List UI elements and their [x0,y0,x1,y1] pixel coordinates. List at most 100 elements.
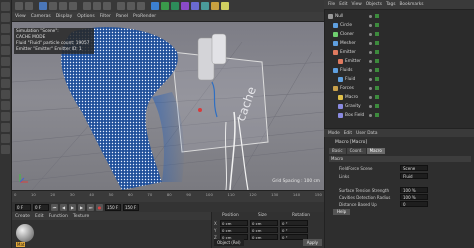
camera-icon[interactable] [211,2,219,10]
coordinate-mode-dropdown[interactable]: Object (Rel) [214,239,244,246]
om-menu-bookmarks[interactable]: Bookmarks [399,2,423,7]
floor-icon[interactable] [201,2,209,10]
rot-y-field[interactable]: 0 ° [280,227,308,233]
om-menu-objects[interactable]: Objects [366,2,382,7]
move-icon[interactable] [49,2,57,10]
current-frame-field[interactable]: 0 F [33,203,49,211]
om-menu-edit[interactable]: Edit [339,2,347,7]
visibility-dot-icon[interactable] [369,14,372,18]
menu-cameras[interactable]: Cameras [31,14,51,19]
object-row[interactable]: Cloner [325,30,474,38]
mat-menu-create[interactable]: Create [15,214,30,219]
object-row[interactable]: Circle [325,21,474,29]
timeline-ruler[interactable]: 0 10 20 30 40 50 60 70 80 90 100 110 120… [12,190,324,202]
enable-check-icon[interactable] [375,95,379,99]
start-frame-field[interactable]: 0 F [15,203,31,211]
size-y-field[interactable]: 0 cm [250,227,278,233]
am-menu-mode[interactable]: Mode [328,131,340,136]
enable-check-icon[interactable] [375,41,379,45]
attr-value-field[interactable]: 100 % [400,187,428,193]
live-select-icon[interactable] [39,2,47,10]
step-back-icon[interactable]: ◀ [60,203,67,211]
apply-button[interactable]: Apply [302,239,322,246]
object-name[interactable]: Gravity [345,104,361,109]
sculpt-icon[interactable] [1,123,10,132]
subdivision-icon[interactable] [171,2,179,10]
render-view-icon[interactable] [117,2,125,10]
object-name[interactable]: Macro [345,95,358,100]
enable-check-icon[interactable] [375,104,379,108]
visibility-dot-icon[interactable] [369,104,372,108]
object-row[interactable]: Gravity [325,102,474,110]
tab-coord[interactable]: Coord. [346,148,366,154]
enable-check-icon[interactable] [375,50,379,54]
object-name[interactable]: Emitter [345,59,361,64]
lock-icon[interactable] [1,101,10,110]
material-preview[interactable] [16,224,34,242]
mode-polygons-icon[interactable] [1,57,10,66]
render-picture-icon[interactable] [127,2,135,10]
enable-check-icon[interactable] [375,113,379,117]
record-icon[interactable]: ● [96,203,103,211]
object-name[interactable]: Forces [340,86,354,91]
am-menu-edit[interactable]: Edit [344,131,352,136]
paint-icon[interactable] [1,134,10,143]
pos-x-field[interactable]: 0 cm [220,220,248,226]
object-row[interactable]: Emitter [325,48,474,56]
bodypaint-icon[interactable] [1,145,10,154]
workplane-icon[interactable] [1,90,10,99]
render-settings-icon[interactable] [137,2,145,10]
go-to-end-icon[interactable]: ⏭ [87,203,94,211]
pos-y-field[interactable]: 0 cm [220,227,248,233]
enable-check-icon[interactable] [375,59,379,63]
menu-options[interactable]: Options [77,14,94,19]
attr-value-field[interactable]: 0 [400,201,428,207]
mode-texture-icon[interactable] [1,24,10,33]
object-name[interactable]: Fluids [340,68,353,73]
material-name[interactable]: Mat [16,242,26,247]
section-header[interactable]: Macro [329,156,471,162]
enable-check-icon[interactable] [375,86,379,90]
object-name[interactable]: Circle [340,23,352,28]
object-row[interactable]: Emitter [325,57,474,65]
visibility-dot-icon[interactable] [369,23,372,27]
om-menu-tags[interactable]: Tags [386,2,396,7]
size-z-field[interactable]: 0 cm [250,234,278,240]
deformer-icon[interactable] [191,2,199,10]
object-name[interactable]: Fluid [345,77,355,82]
pen-icon[interactable] [161,2,169,10]
y-axis-icon[interactable] [93,2,101,10]
enable-check-icon[interactable] [375,68,379,72]
menu-panel[interactable]: Panel [116,14,128,19]
object-row[interactable]: Macro [325,93,474,101]
enable-check-icon[interactable] [375,77,379,81]
attr-value-field[interactable]: Scene [400,165,428,171]
visibility-dot-icon[interactable] [369,86,372,90]
visibility-dot-icon[interactable] [369,77,372,81]
enable-check-icon[interactable] [375,23,379,27]
end-frame-field[interactable]: 150 F [105,203,121,211]
mat-menu-function[interactable]: Function [49,214,68,219]
visibility-dot-icon[interactable] [369,95,372,99]
mat-menu-edit[interactable]: Edit [35,214,44,219]
go-to-start-icon[interactable]: ⏮ [51,203,58,211]
3d-viewport[interactable]: cache Simulation "Scene": CACHE MODE Flu… [12,22,324,190]
tab-macro[interactable]: Macro [366,148,385,154]
mode-mesh-icon[interactable] [1,13,10,22]
enable-check-icon[interactable] [375,32,379,36]
max-frame-field[interactable]: 150 F [123,203,139,211]
object-row[interactable]: Null [325,12,474,20]
attr-value-field[interactable]: Fluid [400,173,428,179]
size-x-field[interactable]: 0 cm [250,220,278,226]
object-row[interactable]: Fluid [325,75,474,83]
enable-axis-icon[interactable] [1,68,10,77]
visibility-dot-icon[interactable] [369,50,372,54]
object-name[interactable]: Mesher [340,41,356,46]
menu-view[interactable]: View [15,14,26,19]
mat-menu-texture[interactable]: Texture [73,214,89,219]
step-forward-icon[interactable]: ▶ [78,203,85,211]
tab-basic[interactable]: Basic [329,148,346,154]
x-axis-icon[interactable] [83,2,91,10]
object-name[interactable]: Null [335,14,343,19]
play-icon[interactable]: ▶ [69,203,76,211]
